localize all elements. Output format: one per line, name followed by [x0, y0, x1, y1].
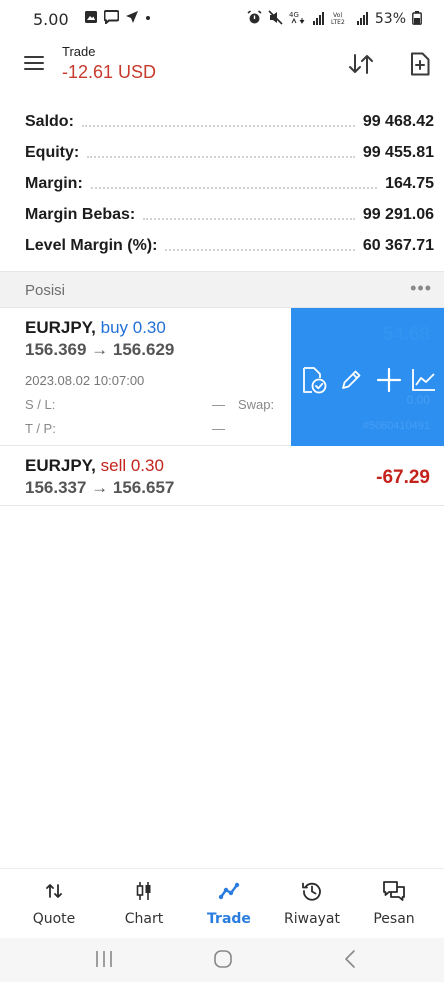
summary-label: Margin Bebas:	[25, 205, 136, 223]
position-datetime: 2023.08.02 10:07:00	[25, 373, 145, 388]
position-side: buy 0.30	[100, 318, 166, 337]
position-side: sell 0.30	[100, 456, 164, 475]
summary-label: Saldo:	[25, 112, 74, 130]
new-order-icon[interactable]	[410, 52, 430, 81]
svg-text:LTE2: LTE2	[331, 19, 345, 25]
tp-label: T / P:	[25, 421, 56, 436]
nav-label: Pesan	[373, 911, 415, 927]
summary-label: Equity:	[25, 143, 80, 161]
status-time: 5.00	[33, 10, 69, 29]
messages-icon	[354, 877, 434, 905]
account-summary: Saldo: 99 468.42 Equity: 99 455.81 Margi…	[0, 106, 444, 261]
send-icon	[125, 10, 139, 29]
nav-label: Trade	[207, 911, 251, 927]
system-navigation-bar	[0, 938, 444, 982]
page-title: Trade	[62, 44, 96, 59]
summary-value: 99 291.06	[362, 205, 434, 223]
battery-icon	[412, 10, 422, 28]
position-ticket: #5060410491	[362, 420, 430, 432]
nav-label: Quote	[32, 911, 76, 927]
swap-value: 0.00	[406, 393, 430, 407]
summary-row-margin: Margin: 164.75	[0, 168, 444, 199]
4g-icon: 4G	[289, 10, 307, 28]
tp-value: —	[212, 421, 225, 436]
position-profit: -67.29	[376, 467, 430, 488]
candlestick-icon	[104, 877, 184, 905]
chat-bubble-icon	[103, 10, 120, 29]
nav-chart[interactable]: Chart	[104, 877, 184, 927]
edit-icon[interactable]	[336, 365, 366, 395]
swap-label: Swap:	[238, 397, 275, 412]
back-icon[interactable]	[341, 948, 361, 975]
total-profit: -12.61 USD	[62, 62, 157, 82]
add-icon[interactable]	[374, 365, 404, 395]
sl-value: —	[212, 397, 225, 412]
battery-percentage: 53%	[374, 11, 406, 27]
nav-label: Chart	[124, 911, 164, 927]
summary-row-free-margin: Margin Bebas: 99 291.06	[0, 199, 444, 230]
sort-icon[interactable]	[348, 52, 374, 81]
position-prices: 156.337 → 156.657	[25, 478, 175, 497]
trade-line-icon	[189, 877, 269, 905]
bottom-navigation: Quote Chart Trade Riwayat Pesan	[0, 868, 444, 938]
summary-value: 99 455.81	[362, 143, 434, 161]
summary-row-equity: Equity: 99 455.81	[0, 137, 444, 168]
sl-label: S / L:	[25, 397, 56, 412]
summary-value: 99 468.42	[362, 112, 434, 130]
nav-pesan[interactable]: Pesan	[354, 877, 434, 927]
position-symbol: EURJPY,	[25, 318, 96, 337]
summary-row-margin-level: Level Margin (%): 60 367.71	[0, 230, 444, 261]
nav-trade[interactable]: Trade	[189, 877, 269, 927]
position-prices: 156.369 → 156.629	[25, 340, 175, 359]
nav-quote[interactable]: Quote	[14, 877, 94, 927]
signal-icon	[356, 11, 369, 28]
recents-icon[interactable]	[94, 948, 114, 975]
position-profit: 54.68	[382, 324, 430, 345]
section-title: Posisi	[25, 282, 66, 299]
close-position-icon[interactable]	[299, 365, 329, 395]
positions-section-header: Posisi •••	[0, 271, 444, 308]
image-icon	[84, 10, 98, 29]
signal-icon	[312, 11, 325, 28]
top-app-bar: Trade -12.61 USD	[0, 40, 444, 106]
quote-arrows-icon	[14, 877, 94, 905]
position-row[interactable]: EURJPY, sell 0.30 156.337 → 156.657 -67.…	[0, 446, 444, 506]
summary-value: 60 367.71	[362, 236, 434, 254]
summary-row-saldo: Saldo: 99 468.42	[0, 106, 444, 137]
summary-label: Level Margin (%):	[25, 236, 158, 254]
nav-label: Riwayat	[284, 911, 340, 927]
summary-label: Margin:	[25, 174, 83, 192]
swipe-actions-panel: 54.68 0.00 #5060410491	[291, 308, 444, 446]
position-row[interactable]: EURJPY, buy 0.30 156.369 → 156.629 2023.…	[0, 308, 444, 446]
nav-riwayat[interactable]: Riwayat	[272, 877, 352, 927]
volte-icon: Vo) LTE2	[331, 10, 351, 28]
more-options-icon[interactable]: •••	[410, 278, 432, 299]
status-bar: 5.00 4G Vo) LTE2 53%	[0, 0, 444, 40]
chart-icon[interactable]	[409, 365, 439, 395]
summary-value: 164.75	[385, 174, 434, 192]
menu-icon[interactable]	[24, 56, 44, 70]
history-icon	[272, 877, 352, 905]
alarm-icon	[247, 10, 262, 28]
dot-icon	[145, 10, 151, 29]
home-icon[interactable]	[212, 948, 234, 975]
position-symbol: EURJPY,	[25, 456, 96, 475]
svg-text:Vo): Vo)	[333, 12, 343, 19]
mute-icon	[268, 10, 283, 28]
svg-text:4G: 4G	[289, 11, 299, 19]
